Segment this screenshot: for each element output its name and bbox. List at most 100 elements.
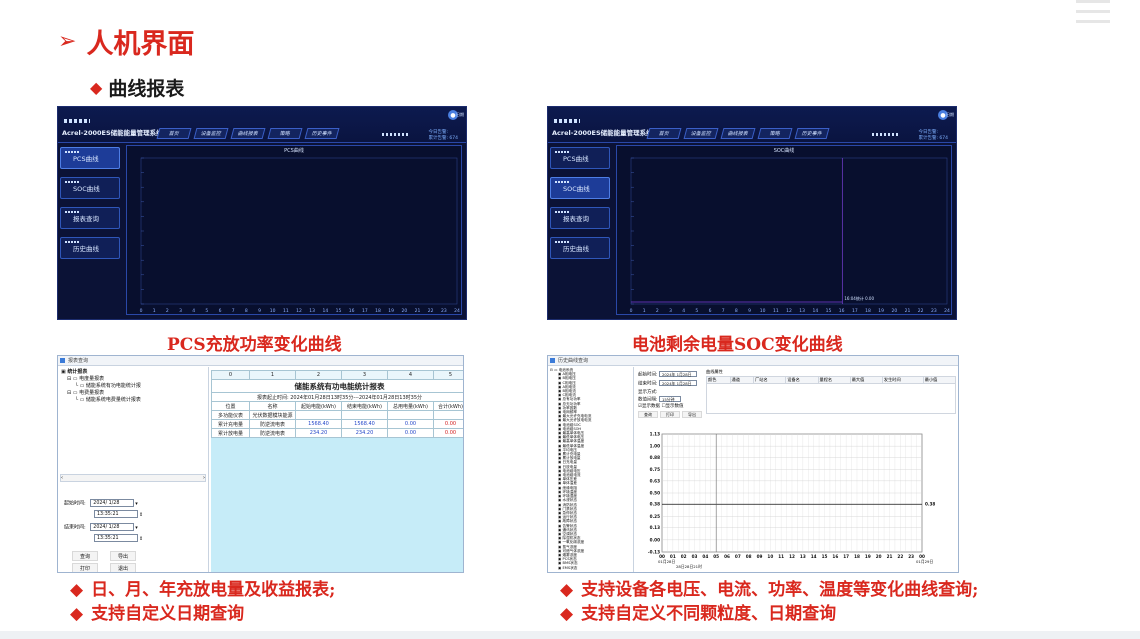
granularity-select[interactable]: 15分钟 [658, 396, 681, 402]
end-clock-field: 13:35:21 ⇕ [94, 534, 143, 542]
nav-bar: 首页 设备监控 曲线报表 策略 历史事件 [646, 128, 830, 139]
side-history-curve[interactable]: 历史曲线 [60, 237, 120, 259]
x-tick-label: 3 [179, 308, 182, 314]
nav-curve-report[interactable]: 曲线报表 [720, 128, 756, 139]
window-title: 报表查询 [58, 356, 463, 366]
tree-node-energy[interactable]: ⊟ ▭ 电度量报表 [61, 376, 141, 383]
table-cell: 0.00 [433, 428, 463, 438]
side-menu: PCS曲线 SOC曲线 报表查询 历史曲线 [60, 147, 120, 267]
footer-bar [0, 631, 1140, 639]
x-tick-label: 12 [786, 308, 792, 314]
tree-node-energy-report[interactable]: └ ▭ 储能系统有功电能统计报 [61, 383, 141, 390]
right-bullets: ◆ 支持设备各电压、电流、功率、温度等变化曲线查询; ◆ 支持自定义不同颗粒度、日期… [560, 578, 978, 626]
dropdown-icon[interactable]: ▾ [135, 525, 138, 531]
col-header: 结束电能(kWh) [341, 401, 388, 411]
h-scrollbar[interactable]: ‹ › [60, 474, 206, 482]
alarm-total: 累计告警: 674 [428, 136, 458, 141]
nav-strategy[interactable]: 策略 [267, 128, 303, 139]
nav-curve-report[interactable]: 曲线报表 [230, 128, 266, 139]
x-tick-label: 8 [735, 308, 738, 314]
spin-icon[interactable]: ⇕ [139, 536, 143, 542]
nav-home[interactable]: 首页 [646, 128, 682, 139]
start-time-field: 起始时间: 2024/ 1/28 ▾ [64, 499, 138, 507]
side-soc-curve[interactable]: SOC曲线 [550, 177, 610, 199]
query-button[interactable]: 查询 [72, 551, 98, 561]
dropdown-icon[interactable]: ▾ [135, 501, 138, 507]
check-row: ☑显示数据 ☐显示数值 [638, 403, 684, 409]
x-tick-label: 20 [401, 308, 407, 314]
x-tick-label: 6 [219, 308, 222, 314]
exit-button[interactable]: 退出 [110, 563, 136, 572]
curve-end-input[interactable]: 2024年 1月28日 [658, 380, 697, 386]
channel-tree: ⊟ ▭ 电池系统 ▣ A相电压 ▣ B相电压 ▣ C相电压 ▣ A相电流 ▣ B相电流 ▣… [550, 368, 591, 570]
tree-node-stat[interactable]: ▣ 统计报表 [61, 369, 141, 376]
export-button[interactable]: 导出 [110, 551, 136, 561]
nav-history[interactable]: 历史事件 [304, 128, 340, 139]
end-date-input[interactable]: 2024/ 1/28 [90, 523, 135, 531]
tree-channel-item[interactable]: ▣ EMS状态 [550, 566, 591, 570]
side-pcs-curve[interactable]: PCS曲线 [60, 147, 120, 169]
x-tick-label: 1 [643, 308, 646, 314]
x-tick-label: 18 [854, 554, 860, 559]
tree-node-fee-report[interactable]: └ ▭ 储能系统电费量统计报表 [61, 397, 141, 404]
curve-print-button[interactable]: 打印 [660, 411, 680, 418]
logo-bars [554, 119, 580, 123]
nav-home[interactable]: 首页 [156, 128, 192, 139]
start-time-label: 起始时间: [64, 500, 86, 507]
x-tick-label: 3 [669, 308, 672, 314]
logo-bars [64, 119, 90, 123]
x-tick-label: 22 [428, 308, 434, 314]
x-tick-label: 15 [822, 554, 828, 559]
x-tick-label: 5 [695, 308, 698, 314]
start-time-input[interactable]: 13:35:21 [94, 510, 138, 518]
curve-start-input[interactable]: 2024年 1月28日 [658, 371, 697, 377]
y-tick-label: 0.88 [650, 455, 660, 460]
table-row: 累计放电量 防逆流电表 234.20 234.20 0.00 0.00 [211, 428, 463, 438]
bullet-item: ◆ 支持设备各电压、电流、功率、温度等变化曲线查询; [560, 580, 979, 600]
nav-monitor[interactable]: 设备监控 [683, 128, 719, 139]
plot-frame [140, 157, 458, 305]
start-clock-field: 13:35:21 ⇕ [94, 510, 143, 518]
curve-export-button[interactable]: 导出 [682, 411, 702, 418]
x-tick-label: 03 [692, 554, 698, 559]
curve-query-button[interactable]: 查询 [638, 411, 658, 418]
nav-strategy[interactable]: 策略 [757, 128, 793, 139]
channel-tree-pane: ⊟ ▭ 电池系统 ▣ A相电压 ▣ B相电压 ▣ C相电压 ▣ A相电流 ▣ B相电流 ▣… [548, 367, 634, 572]
grid-col-header: 厂站名 [753, 376, 787, 384]
col-header: 合计(kWh) [433, 401, 463, 411]
side-pcs-curve[interactable]: PCS曲线 [550, 147, 610, 169]
print-button[interactable]: 打印 [72, 563, 98, 572]
x-tick-label: 14 [322, 308, 328, 314]
col-header: 名称 [249, 401, 296, 411]
start-date-input[interactable]: 2024/ 1/28 [90, 499, 135, 507]
tree-node-fee[interactable]: ⊟ ▭ 电费量报表 [61, 390, 141, 397]
x-tick-label: 7 [722, 308, 725, 314]
x-tick-label: 16 [349, 308, 355, 314]
nav-history[interactable]: 历史事件 [794, 128, 830, 139]
report-query-window: 报表查询 ▣ 统计报表 ⊟ ▭ 电度量报表 └ ▭ 储能系统有功电能统计报 ⊟ … [57, 355, 464, 573]
report-title: 储能系统有功电能统计报表 [211, 379, 463, 393]
slide-title: ➢ 人机界面 [58, 22, 194, 61]
table-cell: 234.20 [295, 428, 342, 438]
slide-subtitle: ◆ 曲线报表 [90, 74, 184, 101]
diamond-icon: ◆ [70, 580, 84, 600]
x-tick-label: 08 [746, 554, 752, 559]
display-mode-label: 显示方式: [638, 390, 658, 395]
x-tick-label: 15 [826, 308, 832, 314]
soc-curve-screenshot: Acrel-2000ES储能能量管理系统 首页 设备监控 曲线报表 策略 历史事… [547, 106, 957, 320]
x-tick-label: 21 [887, 554, 893, 559]
side-soc-curve[interactable]: SOC曲线 [60, 177, 120, 199]
end-time-input[interactable]: 13:35:21 [94, 534, 138, 542]
nav-monitor[interactable]: 设备监控 [193, 128, 229, 139]
side-report-query[interactable]: 报表查询 [550, 207, 610, 229]
table-cell: 光伏数据模块能源 [249, 410, 296, 420]
y-tick-label: 0.50 [650, 491, 660, 496]
user-label: 日期 [456, 112, 464, 117]
table-cell: 0.00 [387, 419, 434, 429]
side-history-curve[interactable]: 历史曲线 [550, 237, 610, 259]
table-cell [387, 410, 434, 420]
spin-icon[interactable]: ⇕ [139, 512, 143, 518]
table-cell [433, 410, 463, 420]
side-report-query[interactable]: 报表查询 [60, 207, 120, 229]
table-cell: 累计充电量 [211, 419, 250, 429]
